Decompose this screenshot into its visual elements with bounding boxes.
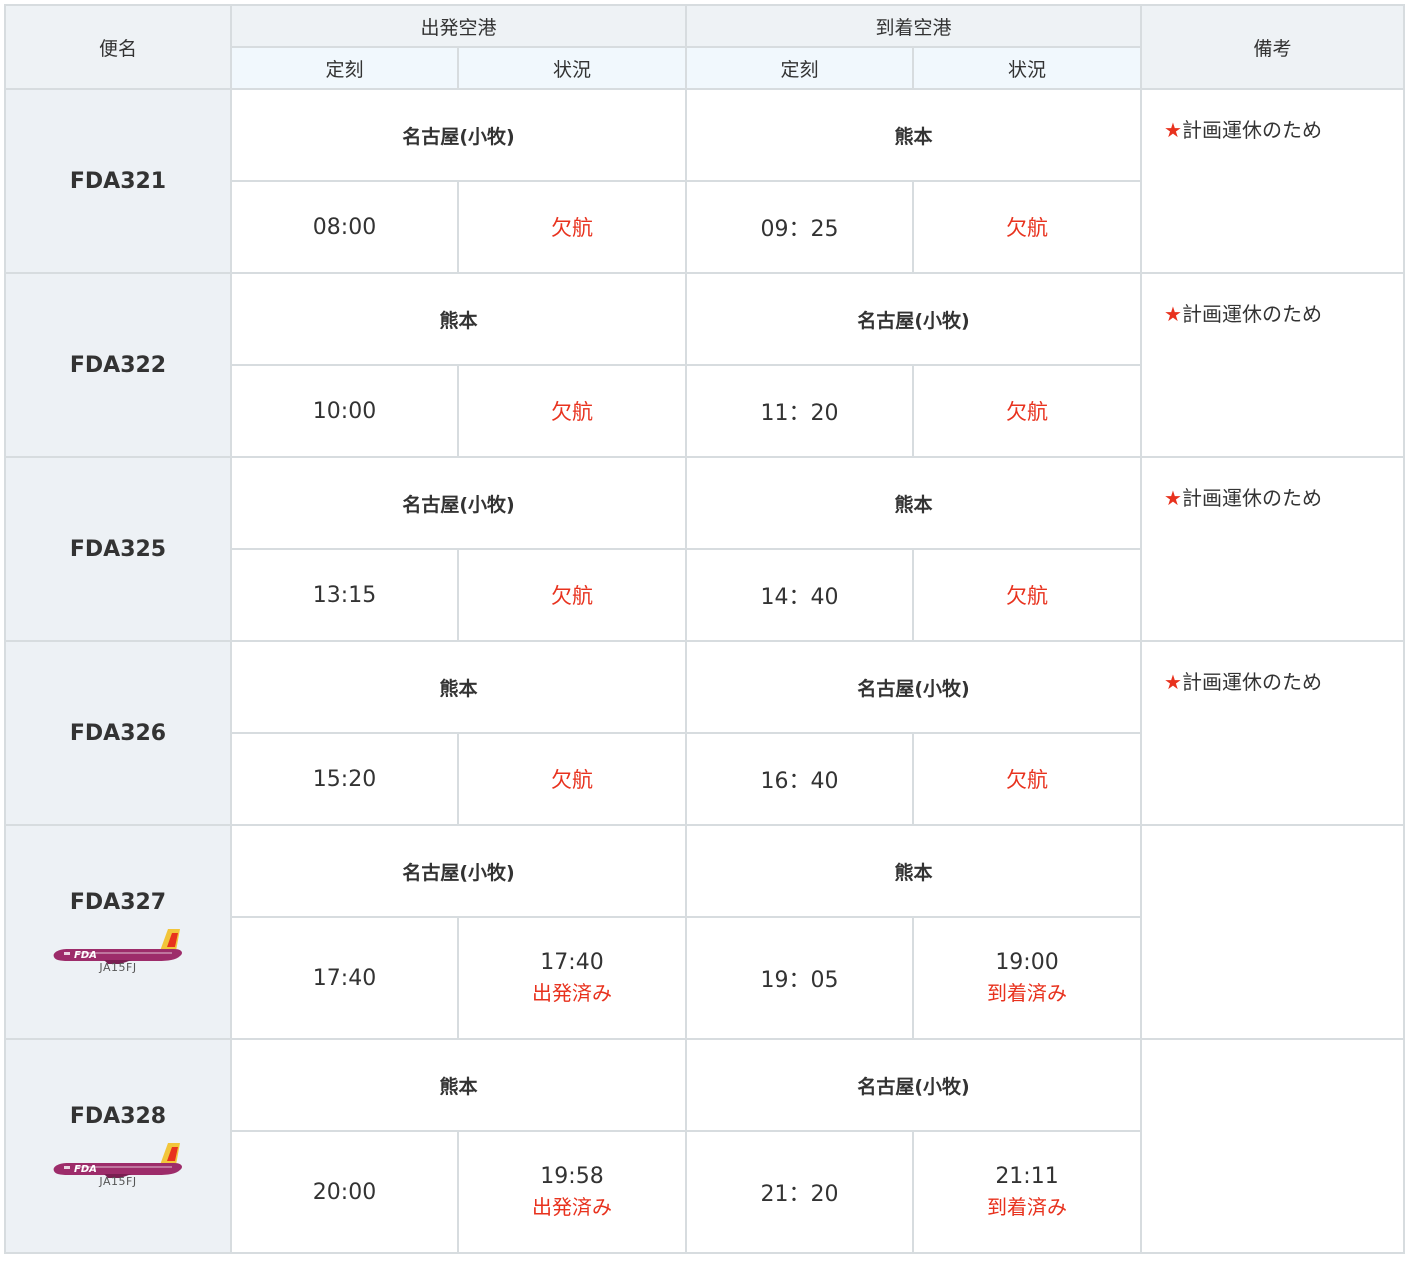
flight-row-airports: FDA322 熊本 名古屋(小牧) ★計画運休のため bbox=[4, 272, 1406, 458]
arrival-status-header: 状況 bbox=[912, 46, 1143, 90]
flight-number-cell: FDA325 bbox=[4, 456, 232, 642]
arrival-airport: 熊本 bbox=[685, 456, 1143, 550]
departure-status-header: 状況 bbox=[456, 46, 688, 90]
departure-scheduled-time: 13:15 bbox=[230, 548, 459, 642]
dep-status-label: 出発済み bbox=[532, 981, 612, 1005]
aircraft-registration: JA15FJ bbox=[99, 961, 137, 974]
arrival-airport: 名古屋(小牧) bbox=[685, 272, 1143, 366]
departure-airport: 熊本 bbox=[229, 1038, 688, 1132]
arr-status-label: 到着済み bbox=[987, 1195, 1068, 1219]
plane-icon: FDA bbox=[53, 1143, 183, 1178]
flight-row-airports: FDA321 名古屋(小牧) 熊本 ★計画運休のため bbox=[4, 88, 1406, 274]
star-icon: ★ bbox=[1164, 302, 1182, 326]
flight-number: FDA325 bbox=[69, 536, 167, 562]
flight-number-cell: FDA327 FDA JA15FJ bbox=[4, 824, 232, 1040]
flight-number: FDA326 bbox=[69, 720, 167, 746]
remark-text: 計画運休のため bbox=[1181, 670, 1322, 694]
departure-scheduled-time: 10:00 bbox=[230, 364, 459, 458]
departure-airport-header: 出発空港 bbox=[229, 4, 688, 48]
arrival-scheduled-time: 19：05 bbox=[685, 916, 915, 1040]
dep-status: 欠航 bbox=[456, 548, 688, 642]
departure-scheduled-time: 20:00 bbox=[230, 1130, 459, 1254]
star-icon: ★ bbox=[1164, 118, 1182, 142]
departure-scheduled-time: 15:20 bbox=[230, 732, 459, 826]
arr-status: 21:11 到着済み bbox=[912, 1130, 1143, 1254]
star-icon: ★ bbox=[1164, 486, 1182, 510]
remarks-cell: ★計画運休のため bbox=[1140, 88, 1406, 274]
remarks-cell bbox=[1140, 824, 1406, 1040]
flight-number: FDA328 bbox=[69, 1104, 167, 1129]
flight-number: FDA321 bbox=[69, 168, 167, 194]
arrival-scheduled-time: 11：20 bbox=[685, 364, 915, 458]
dep-status: 欠航 bbox=[456, 364, 688, 458]
departure-scheduled-header: 定刻 bbox=[230, 46, 459, 90]
flight-rows: FDA321 名古屋(小牧) 熊本 ★計画運休のため 08:00 欠航 09：25 欠航 FDA… bbox=[4, 88, 1406, 1254]
aircraft-registration: JA15FJ bbox=[99, 1175, 137, 1188]
flight-number-cell: FDA321 bbox=[4, 88, 232, 274]
remark-text: 計画運休のため bbox=[1181, 302, 1322, 326]
plane-icon: FDA bbox=[53, 929, 183, 964]
svg-text:FDA: FDA bbox=[74, 1164, 97, 1175]
arrival-scheduled-time: 14：40 bbox=[685, 548, 915, 642]
arrival-scheduled-time: 09：25 bbox=[685, 180, 915, 274]
arrival-scheduled-time: 16：40 bbox=[685, 732, 915, 826]
dep-status: 欠航 bbox=[456, 180, 688, 274]
flight-number-cell: FDA328 FDA JA15FJ bbox=[4, 1038, 232, 1254]
departure-airport: 名古屋(小牧) bbox=[229, 824, 688, 918]
dep-status: 19:58 出発済み bbox=[456, 1130, 688, 1254]
departure-airport: 熊本 bbox=[229, 272, 688, 366]
remarks-header: 備考 bbox=[1140, 4, 1406, 90]
remark-text: 計画運休のため bbox=[1181, 118, 1322, 142]
arrival-airport: 熊本 bbox=[685, 824, 1143, 918]
flight-number-cell: FDA326 bbox=[4, 640, 232, 826]
dep-status: 欠航 bbox=[456, 732, 688, 826]
remarks-cell: ★計画運休のため bbox=[1140, 640, 1406, 826]
svg-text:FDA: FDA bbox=[74, 950, 97, 961]
flight-number: FDA322 bbox=[69, 352, 167, 378]
arr-status: 欠航 bbox=[912, 548, 1143, 642]
star-icon: ★ bbox=[1164, 670, 1182, 694]
arrival-airport: 熊本 bbox=[685, 88, 1143, 182]
arr-status: 欠航 bbox=[912, 180, 1143, 274]
flight-number: FDA327 bbox=[69, 890, 167, 915]
departure-airport: 熊本 bbox=[229, 640, 688, 734]
departure-scheduled-time: 08:00 bbox=[230, 180, 459, 274]
flight-row-airports: FDA325 名古屋(小牧) 熊本 ★計画運休のため bbox=[4, 456, 1406, 642]
dep-actual-time: 17:40 bbox=[540, 950, 604, 975]
flight-status-table: 便名 出発空港 到着空港 備考 定刻 状況 定刻 状況 FDA321 名古屋(小牧… bbox=[4, 4, 1406, 1254]
remarks-cell: ★計画運休のため bbox=[1140, 272, 1406, 458]
flight-row-airports: FDA328 FDA JA15FJ 熊本 名古屋(小牧) bbox=[4, 1038, 1406, 1254]
arr-status: 19:00 到着済み bbox=[912, 916, 1143, 1040]
departure-scheduled-time: 17:40 bbox=[230, 916, 459, 1040]
arr-status: 欠航 bbox=[912, 732, 1143, 826]
flight-number-cell: FDA322 bbox=[4, 272, 232, 458]
flight-number-header: 便名 bbox=[4, 4, 232, 90]
arr-actual-time: 19:00 bbox=[995, 950, 1059, 975]
arrival-scheduled-header: 定刻 bbox=[685, 46, 915, 90]
arrival-airport-header: 到着空港 bbox=[685, 4, 1143, 48]
arr-status-label: 到着済み bbox=[987, 981, 1068, 1005]
departure-airport: 名古屋(小牧) bbox=[229, 456, 688, 550]
dep-status: 17:40 出発済み bbox=[456, 916, 688, 1040]
remark-text: 計画運休のため bbox=[1181, 486, 1322, 510]
flight-status-table-wrapper: 便名 出発空港 到着空港 備考 定刻 状況 定刻 状況 FDA321 名古屋(小牧… bbox=[4, 4, 1406, 1254]
remarks-cell bbox=[1140, 1038, 1406, 1254]
flight-row-airports: FDA327 FDA JA15FJ 名古屋(小牧) 熊本 bbox=[4, 824, 1406, 1040]
dep-status-label: 出発済み bbox=[532, 1195, 612, 1219]
remarks-cell: ★計画運休のため bbox=[1140, 456, 1406, 642]
arrival-airport: 名古屋(小牧) bbox=[685, 1038, 1143, 1132]
dep-actual-time: 19:58 bbox=[540, 1164, 604, 1189]
arr-status: 欠航 bbox=[912, 364, 1143, 458]
arr-actual-time: 21:11 bbox=[995, 1164, 1059, 1189]
arrival-scheduled-time: 21：20 bbox=[685, 1130, 915, 1254]
arrival-airport: 名古屋(小牧) bbox=[685, 640, 1143, 734]
flight-row-airports: FDA326 熊本 名古屋(小牧) ★計画運休のため bbox=[4, 640, 1406, 826]
departure-airport: 名古屋(小牧) bbox=[229, 88, 688, 182]
